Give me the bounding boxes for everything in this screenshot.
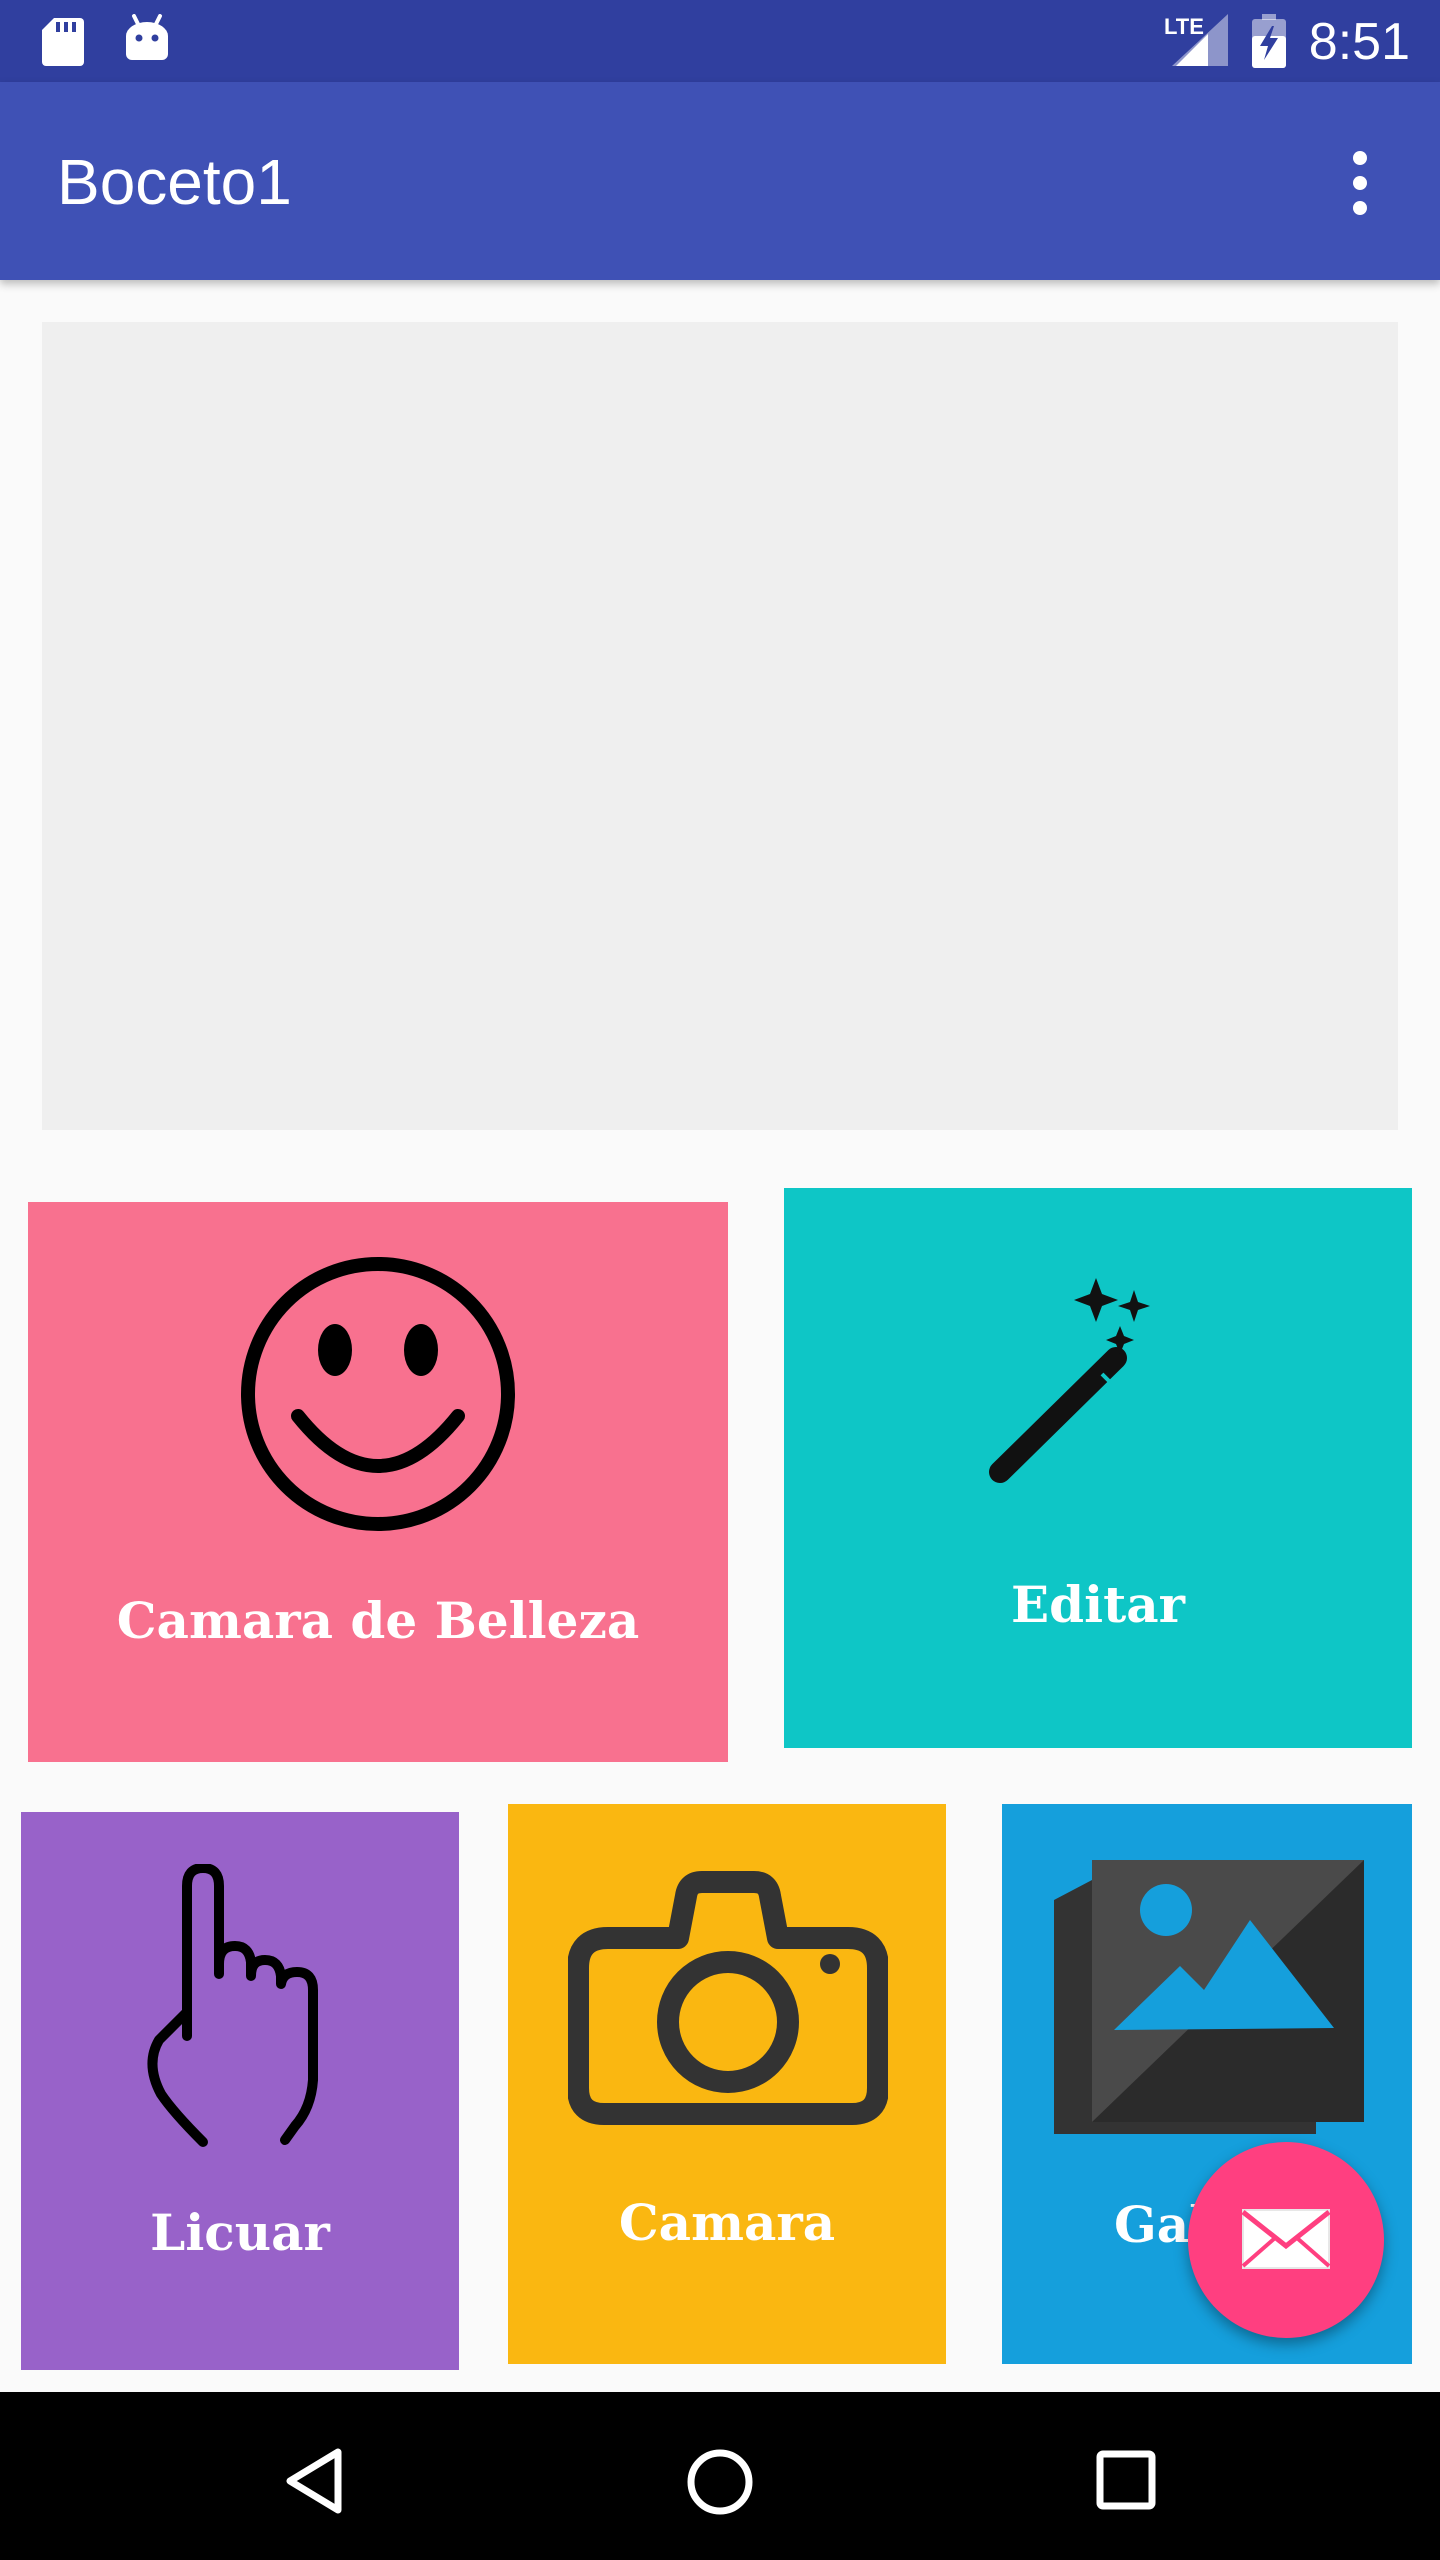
app-title: Boceto1	[57, 146, 292, 218]
camera-icon	[568, 1871, 888, 2125]
tile-label: Camara de Belleza	[116, 1591, 640, 1650]
tile-camara[interactable]: Camara	[508, 1804, 946, 2364]
back-icon[interactable]	[284, 2448, 344, 2514]
navigation-bar	[0, 2392, 1440, 2560]
mail-fab-button[interactable]	[1188, 2142, 1384, 2338]
status-clock: 8:51	[1308, 13, 1410, 71]
tile-label: Camara	[618, 2193, 836, 2252]
sd-card-icon	[42, 18, 84, 66]
banner-placeholder	[42, 322, 1398, 1130]
recents-icon[interactable]	[1096, 2450, 1156, 2510]
tile-label: Editar	[1011, 1575, 1185, 1634]
magic-wand-icon	[989, 1278, 1150, 1483]
signal-icon	[1172, 14, 1228, 66]
more-vert-icon[interactable]	[1342, 150, 1378, 216]
mail-icon	[1241, 2209, 1331, 2269]
home-icon[interactable]	[686, 2448, 754, 2516]
pointing-hand-icon	[147, 1864, 318, 2147]
tile-licuar[interactable]: Licuar	[21, 1812, 459, 2370]
tile-camara-de-belleza[interactable]: Camara de Belleza	[28, 1202, 728, 1762]
smiley-face-icon	[241, 1257, 515, 1531]
tile-label: Licuar	[150, 2203, 330, 2262]
tile-editar[interactable]: Editar	[784, 1188, 1412, 1748]
battery-charging-icon	[1252, 14, 1286, 68]
android-icon	[126, 14, 168, 60]
gallery-icon	[1054, 1860, 1364, 2134]
status-bar: LTE 8:51	[0, 0, 1440, 82]
